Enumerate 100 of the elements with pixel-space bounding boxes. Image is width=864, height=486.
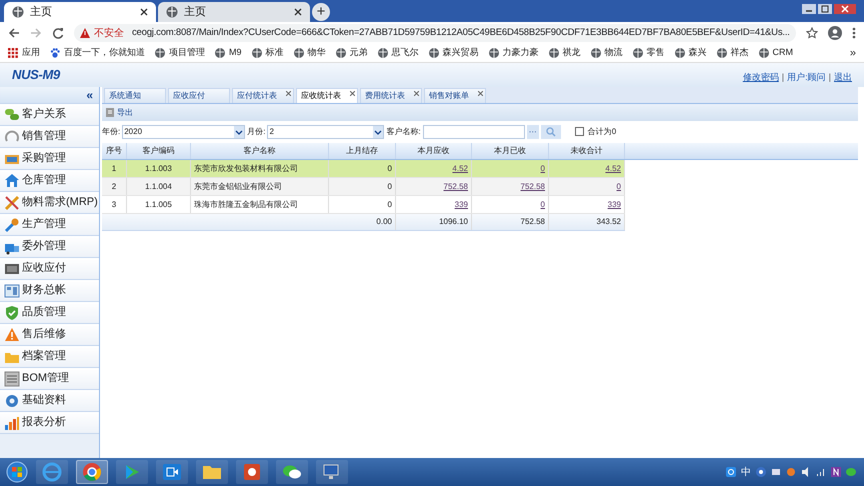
tab[interactable]: 系统通知 (104, 88, 166, 103)
sidebar-item[interactable]: 采购管理 (0, 148, 99, 170)
sidebar-item[interactable]: 售后维修 (0, 324, 99, 346)
tab[interactable]: 费用统计表 (360, 88, 422, 103)
document-icon (106, 108, 114, 117)
forward-icon (30, 27, 42, 39)
document-icon (4, 370, 20, 386)
sidebar-item[interactable]: 委外管理 (0, 236, 99, 258)
taskbar-button[interactable] (76, 460, 108, 484)
bookmark[interactable]: 祥杰 (716, 46, 749, 60)
table-row[interactable]: 1 1.1.003 东莞市欣发包装材料有限公司 0 4.52 0 4.52 (102, 160, 625, 178)
new-tab-button[interactable]: + (312, 3, 330, 21)
bookmark[interactable]: 应用 (8, 46, 40, 60)
bookmark[interactable]: 零售 (632, 46, 665, 60)
table-link[interactable]: 0 (616, 180, 621, 192)
browse-button[interactable]: ··· (526, 124, 539, 138)
bookmark[interactable]: 项目管理 (155, 46, 205, 60)
taskbar-button[interactable] (156, 460, 188, 484)
checkbox[interactable] (574, 127, 584, 136)
column-header[interactable]: 本月应收 (396, 143, 472, 159)
taskbar-button[interactable] (196, 460, 228, 484)
tab-title: 主页 (30, 4, 53, 20)
text-field[interactable] (422, 124, 525, 138)
column-header[interactable]: 未收合计 (549, 143, 625, 159)
bookmark[interactable]: 元弟 (336, 46, 368, 60)
globe-icon (758, 48, 769, 58)
globe-icon (428, 48, 439, 58)
caret-icon (373, 126, 384, 138)
maximize-icon (818, 4, 832, 14)
table-link[interactable]: 752.58 (444, 180, 468, 192)
arc-icon (4, 128, 20, 144)
search-button[interactable] (540, 124, 561, 138)
sidebar-item[interactable]: 报表分析 (0, 412, 99, 434)
sidebar-item[interactable]: 应收应付 (0, 258, 99, 280)
sidebar-item[interactable]: 仓库管理 (0, 170, 99, 192)
taskbar-button[interactable] (316, 460, 348, 484)
sidebar-item[interactable]: 品质管理 (0, 302, 99, 324)
export-button[interactable]: 导出 (106, 106, 133, 118)
sidebar-item[interactable]: BOM管理 (0, 368, 99, 390)
input-method-indicator[interactable]: 中 (741, 464, 751, 480)
table-row[interactable]: 2 1.1.004 东莞市金铝铝业有限公司 0 752.58 752.58 0 (102, 178, 625, 196)
dropdown[interactable]: 2 (267, 124, 384, 138)
column-header[interactable]: 序号 (102, 143, 127, 159)
table-link[interactable]: 0 (540, 198, 545, 210)
field-label: 客户名称: (386, 126, 421, 138)
bookmark[interactable]: 思飞尔 (378, 46, 419, 60)
sidebar-item[interactable]: 生产管理 (0, 214, 99, 236)
table-row[interactable]: 3 1.1.005 珠海市胜隆五金制品有限公司 0 339 0 339 (102, 196, 625, 214)
table-cell: 1.1.004 (127, 178, 191, 195)
collapse-button[interactable]: « (86, 86, 93, 104)
dropdown[interactable]: 2020 (122, 124, 246, 138)
taskbar-button[interactable] (276, 460, 308, 484)
tab[interactable]: 应收应付 (168, 88, 230, 103)
bookmark[interactable]: 力豪力豪 (488, 46, 539, 60)
tab[interactable]: 应付统计表 (232, 88, 294, 103)
browser-tab[interactable]: 主页 (4, 2, 156, 22)
bookmark[interactable]: 森兴 (674, 46, 707, 60)
bookmark[interactable]: 百度一下，你就知道 (50, 46, 145, 60)
sidebar-item[interactable]: 客户关系 (0, 104, 99, 126)
globe-icon (548, 48, 559, 58)
column-header[interactable]: 上月结存 (329, 143, 396, 159)
table-cell: 3 (102, 196, 127, 213)
table-link[interactable]: 4.52 (452, 162, 468, 174)
sidebar-item[interactable]: 财务总帐 (0, 280, 99, 302)
header-link[interactable]: 退出 (834, 71, 852, 85)
total-cell: 1096.10 (396, 214, 472, 230)
more-bookmarks-button[interactable]: » (850, 44, 856, 62)
sidebar-item[interactable]: 销售管理 (0, 126, 99, 148)
tab[interactable]: 销售对账单 (424, 88, 486, 103)
url-text: ceogj.com:8087/Main/Index?CUserCode=666&CToken=27ABB71D59759B1212A05C49BE6D458B25F90CDF71E3BB644ED7BF7BA80E5BEF&UserID=41&Us... (132, 26, 790, 40)
bookmark[interactable]: CRM (758, 46, 794, 60)
bookmark[interactable]: M9 (215, 46, 242, 60)
bookmark[interactable]: 森兴贸易 (428, 46, 479, 60)
tab-title: 主页 (184, 4, 207, 20)
column-header[interactable]: 客户编码 (127, 143, 191, 159)
table-link[interactable]: 752.58 (520, 180, 545, 192)
table-link[interactable]: 4.52 (605, 162, 621, 174)
close-icon (834, 4, 856, 14)
bookmark[interactable]: 标准 (252, 46, 284, 60)
address-bar[interactable]: 不安全 ceogj.com:8087/Main/Index?CUserCode=666&CToken=27ABB71D59759B1212A05C49BE6D458B25F90CDF71E3BB644ED7BF7BA80E5BEF&UserID=41&Us... (74, 24, 796, 42)
sidebar-item[interactable]: 物料需求(MRP) (0, 192, 99, 214)
table-link[interactable]: 0 (540, 162, 545, 174)
table-link[interactable]: 339 (454, 198, 468, 210)
table-cell: 0 (329, 178, 396, 195)
browser-tab[interactable]: 主页 (158, 2, 310, 22)
taskbar-button[interactable] (236, 460, 268, 484)
globe-icon (674, 48, 685, 58)
bookmark[interactable]: 物流 (590, 46, 623, 60)
slides-icon (242, 462, 262, 482)
table-link[interactable]: 339 (608, 198, 621, 210)
header-link[interactable]: 修改密码 (742, 71, 779, 85)
security-label: 不安全 (94, 26, 124, 40)
bookmark[interactable]: 祺龙 (548, 46, 581, 60)
sidebar-item[interactable]: 基础资料 (0, 390, 99, 412)
bookmark[interactable]: 物华 (294, 46, 326, 60)
column-header[interactable]: 本月已收 (472, 143, 549, 159)
paw-icon (50, 48, 60, 58)
sidebar-item[interactable]: 档案管理 (0, 346, 99, 368)
tab[interactable]: 应收统计表 (296, 88, 358, 103)
column-header[interactable]: 客户名称 (191, 143, 329, 159)
